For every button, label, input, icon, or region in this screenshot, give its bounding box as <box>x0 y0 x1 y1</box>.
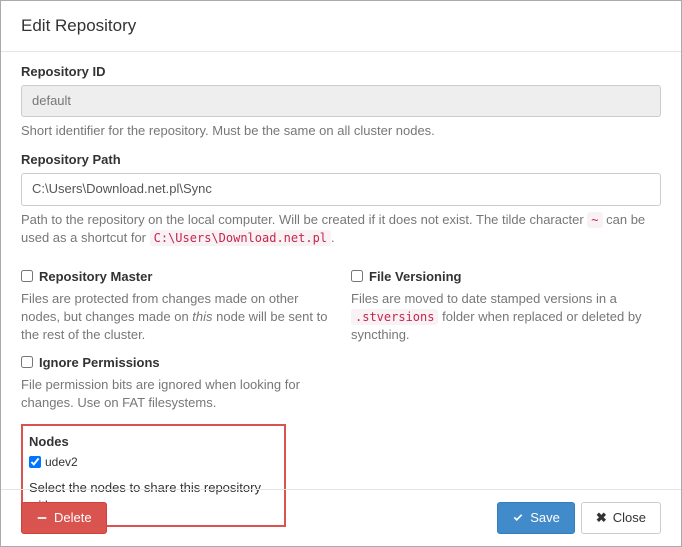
repo-path-help-tilde: ~ <box>587 212 602 228</box>
delete-button-label: Delete <box>54 509 92 527</box>
minus-icon <box>36 512 48 524</box>
repository-id-group: Repository ID Short identifier for the r… <box>21 64 661 140</box>
modal-footer: Delete Save ✖ Close <box>1 489 681 546</box>
repository-path-label: Repository Path <box>21 152 661 167</box>
file-versioning-checkbox[interactable] <box>351 270 363 282</box>
repository-master-group: Repository Master Files are protected fr… <box>21 269 331 345</box>
file-versioning-help-code: .stversions <box>351 309 438 325</box>
repository-master-label: Repository Master <box>39 269 152 284</box>
check-icon <box>512 512 524 524</box>
repository-path-group: Repository Path Path to the repository o… <box>21 152 661 247</box>
modal-title: Edit Repository <box>21 16 661 36</box>
save-button-label: Save <box>530 509 560 527</box>
repository-path-input[interactable] <box>21 173 661 205</box>
modal-body: Repository ID Short identifier for the r… <box>1 52 681 539</box>
node-name: udev2 <box>45 455 78 469</box>
close-icon: ✖ <box>596 509 607 527</box>
file-versioning-group: File Versioning Files are moved to date … <box>351 269 661 345</box>
repo-master-help-em: this <box>192 309 212 324</box>
repository-master-checkbox[interactable] <box>21 270 33 282</box>
repository-id-help: Short identifier for the repository. Mus… <box>21 122 661 140</box>
repo-path-help-suffix: . <box>331 230 335 245</box>
repository-master-help: Files are protected from changes made on… <box>21 290 331 345</box>
repository-id-input[interactable] <box>21 85 661 117</box>
file-versioning-help: Files are moved to date stamped versions… <box>351 290 661 345</box>
options-row: Repository Master Files are protected fr… <box>21 269 661 345</box>
nodes-label: Nodes <box>29 434 278 449</box>
repo-path-help-prefix: Path to the repository on the local comp… <box>21 212 587 227</box>
file-versioning-label: File Versioning <box>369 269 461 284</box>
ignore-permissions-checkbox[interactable] <box>21 356 33 368</box>
ignore-permissions-label: Ignore Permissions <box>39 355 160 370</box>
ignore-permissions-help: File permission bits are ignored when lo… <box>21 376 341 412</box>
node-checkbox-udev2[interactable] <box>29 456 41 468</box>
ignore-permissions-group: Ignore Permissions File permission bits … <box>21 355 341 412</box>
file-versioning-help-prefix: Files are moved to date stamped versions… <box>351 291 617 306</box>
edit-repository-modal: Edit Repository Repository ID Short iden… <box>0 0 682 547</box>
modal-header: Edit Repository <box>1 1 681 52</box>
repo-path-help-code: C:\Users\Download.net.pl <box>150 230 331 246</box>
node-item: udev2 <box>29 455 278 469</box>
delete-button[interactable]: Delete <box>21 502 107 534</box>
repository-path-help: Path to the repository on the local comp… <box>21 211 661 247</box>
close-button[interactable]: ✖ Close <box>581 502 661 534</box>
save-button[interactable]: Save <box>497 502 575 534</box>
repository-id-label: Repository ID <box>21 64 661 79</box>
close-button-label: Close <box>613 509 646 527</box>
